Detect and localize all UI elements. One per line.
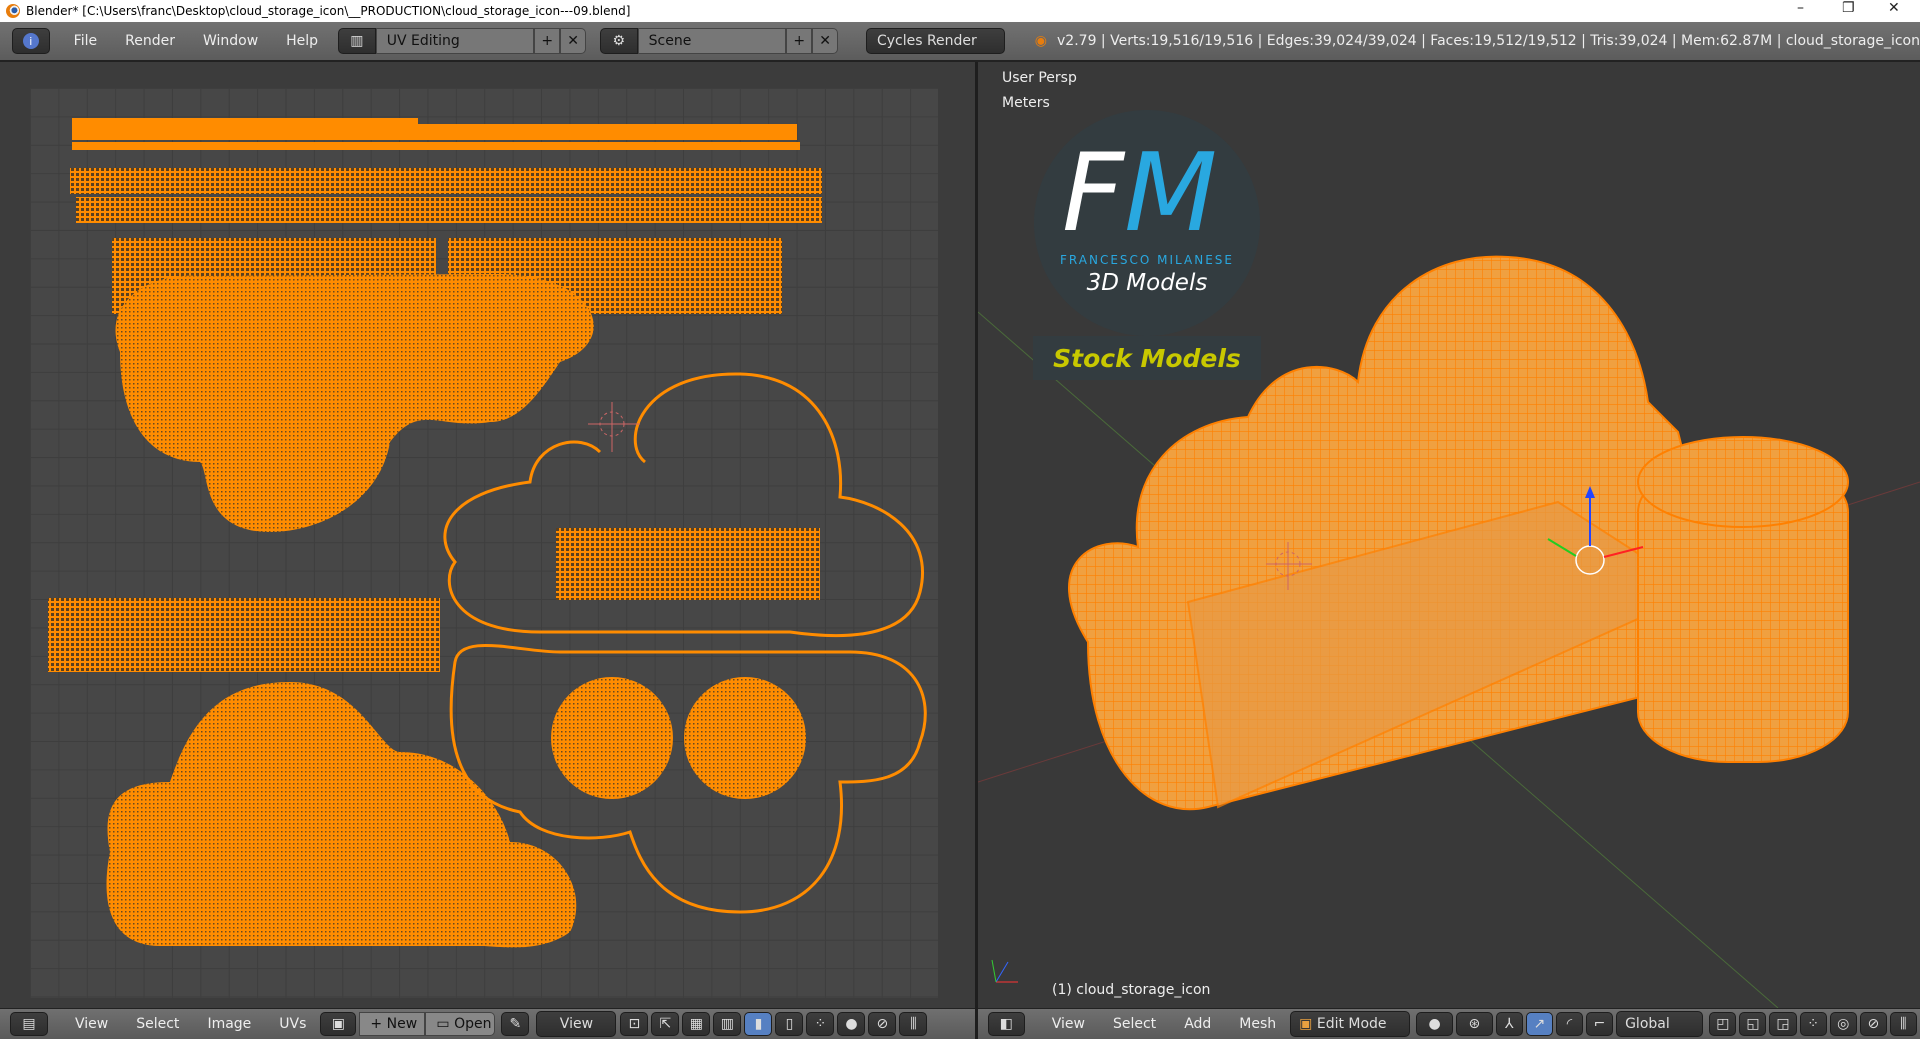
database-mesh [1637,436,1849,763]
scene-field[interactable]: Scene [637,28,787,54]
cube-icon: ◧ [999,1016,1013,1032]
minimize-button[interactable]: – [1797,0,1804,16]
axis-indicator-icon [991,959,1018,983]
open-image-button[interactable]: ▭ Open [425,1012,496,1036]
viewport-header: ◧ View Select Add Mesh ▣ Edit Mode ● ⊛ ⅄… [978,1008,1920,1039]
uv-editor[interactable] [0,62,975,1008]
limit-selection-icon[interactable]: ⁘ [1799,1012,1827,1036]
menu-file[interactable]: File [60,33,111,49]
uv-menu-image[interactable]: Image [193,1016,265,1032]
view3d-menu-add[interactable]: Add [1170,1016,1225,1032]
uv-editor-header: ▤ View Select Image UVs ▣ + New ▭ Open ✎… [0,1008,975,1039]
uv-disc-1 [551,677,673,799]
blender-logo-icon [6,4,20,18]
vertex-select-mode-icon[interactable]: ◰ [1709,1012,1737,1036]
delete-screen-button[interactable]: ✕ [560,28,586,54]
add-scene-button[interactable]: + [786,28,813,54]
uv-menu-view[interactable]: View [61,1016,122,1032]
rotate-icon[interactable]: ◜ [1555,1012,1583,1036]
shading-icon[interactable]: ● [1416,1012,1453,1036]
uv-islands [48,118,927,948]
snap-icon[interactable]: ⊘ [868,1012,897,1036]
view3d-menu-view[interactable]: View [1038,1016,1099,1032]
edit-mode-icon: ▣ [1299,1016,1317,1032]
plus-icon: + [370,1016,387,1032]
island-select-icon[interactable]: ▯ [775,1012,804,1036]
open-label: Open [454,1016,492,1032]
view-perspective-label: User Persp [1002,70,1077,86]
mode-dropdown[interactable]: ▣ Edit Mode [1290,1011,1411,1037]
logo-tagline: Stock Models [1053,343,1241,373]
logo-f: F [1062,131,1125,256]
snap-toggle-icon[interactable]: ⊘ [1859,1012,1887,1036]
uv-disc-2 [684,677,806,799]
close-button[interactable]: ✕ [1888,0,1900,16]
view3d-menu-select[interactable]: Select [1099,1016,1170,1032]
vertex-select-icon[interactable]: ▦ [682,1012,711,1036]
editor-type-button[interactable]: ▤ [10,1012,48,1036]
logo-brand: FRANCESCO MILANESE [1060,253,1234,267]
blender-icon: ◉ [1034,33,1048,49]
snap-target-icon[interactable]: ⫼ [1889,1012,1917,1036]
pivot-icon[interactable]: ⊡ [620,1012,649,1036]
face-select-mode-icon[interactable]: ◲ [1769,1012,1797,1036]
uv-cloud-bottom [106,682,577,948]
window-title: Blender* [C:\Users\franc\Desktop\cloud_s… [26,4,631,18]
new-label: New [386,1016,418,1032]
view3d-menu-mesh[interactable]: Mesh [1225,1016,1290,1032]
object-label: (1) cloud_storage_icon [1052,982,1211,998]
2d-cursor-icon [588,402,640,452]
orientation-label: Global [1625,1016,1670,1032]
view-mode-dropdown[interactable]: View [536,1011,617,1037]
logo-subtitle: 3D Models [1086,270,1208,296]
snap-element-icon[interactable]: ⫼ [899,1012,928,1036]
new-image-button[interactable]: + New [359,1012,426,1036]
info-icon: i [22,33,39,49]
edge-select-icon[interactable]: ▥ [713,1012,742,1036]
scene-icon[interactable]: ⚙ [599,28,638,54]
scene-stats: v2.79 | Verts:19,516/19,516 | Edges:39,0… [1057,33,1920,49]
logo-watermark: FM FRANCESCO MILANESE 3D Models [1034,110,1260,336]
restore-button[interactable]: ❐ [1842,0,1855,16]
units-label: Meters [1002,95,1050,111]
uv-menu-select[interactable]: Select [122,1016,193,1032]
manipulator-icon[interactable]: ⅄ [1495,1012,1523,1036]
view-mode-label: View [559,1016,594,1032]
screen-layout-icon[interactable]: ▥ [338,28,376,54]
render-engine-dropdown[interactable]: Cycles Render [865,28,1005,54]
info-header: i File Render Window Help ▥ UV Editing +… [0,22,1920,62]
logo-m: M [1124,131,1218,256]
translate-icon[interactable]: ↗ [1525,1012,1553,1036]
menu-render[interactable]: Render [111,33,189,49]
uv-cloud-top [115,274,594,532]
orientation-dropdown[interactable]: Global [1616,1011,1704,1037]
menu-help[interactable]: Help [272,33,332,49]
face-select-icon[interactable]: ▮ [744,1012,773,1036]
sync-selection-icon[interactable]: ⇱ [651,1012,680,1036]
pin-icon[interactable]: ✎ [501,1012,530,1036]
menu-window[interactable]: Window [189,33,272,49]
scale-icon[interactable]: ⌐ [1585,1012,1614,1036]
image-editor-icon: ▤ [22,1016,36,1032]
delete-scene-button[interactable]: ✕ [812,28,838,54]
edge-select-mode-icon[interactable]: ◱ [1739,1012,1767,1036]
editor-type-3d-button[interactable]: ◧ [988,1012,1025,1036]
3d-viewport[interactable]: User Persp Meters FM FRANCESCO MILANESE … [978,62,1920,1008]
proportional-edit-icon[interactable]: ● [837,1012,866,1036]
mode-label: Edit Mode [1316,1016,1387,1032]
editor-type-info-button[interactable]: i [12,28,50,54]
uv-menu-uvs[interactable]: UVs [265,1016,320,1032]
sticky-selection-icon[interactable]: ⁘ [806,1012,835,1036]
screen-layout-field[interactable]: UV Editing [375,28,535,54]
image-browse-button[interactable]: ▣ [320,1012,357,1036]
proportional-editing-icon[interactable]: ◎ [1829,1012,1857,1036]
window-titlebar: Blender* [C:\Users\franc\Desktop\cloud_s… [0,0,1920,22]
logo-tagline-box: Stock Models [1033,336,1261,380]
folder-icon: ▭ [436,1016,455,1032]
add-screen-button[interactable]: + [534,28,561,54]
pivot-point-icon[interactable]: ⊛ [1455,1012,1493,1036]
render-engine-label: Cycles Render [876,33,977,49]
